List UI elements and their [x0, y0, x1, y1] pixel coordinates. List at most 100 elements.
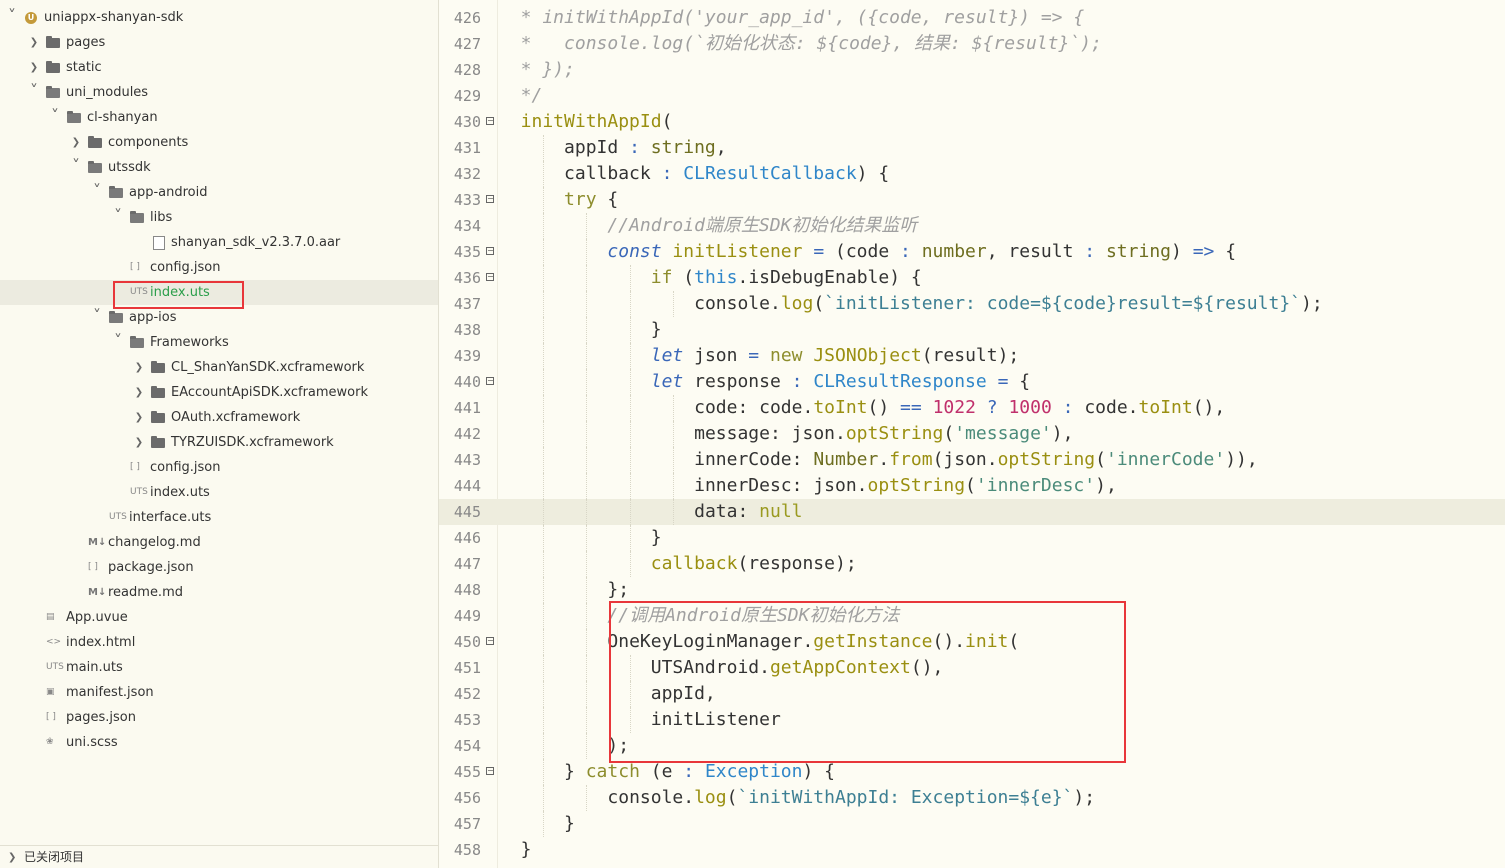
code-line[interactable]: 444 innerDesc: json.optString('innerDesc'… — [439, 473, 1505, 499]
line-number: 445 — [453, 503, 481, 521]
tree-item[interactable]: [ ] pages.json — [0, 705, 438, 730]
chevron-down-icon[interactable]: ˅ — [49, 105, 61, 127]
uts-file-icon: UTS — [46, 662, 64, 672]
chevron-down-icon[interactable]: ˅ — [28, 80, 40, 102]
closed-projects-section[interactable]: ❯ 已关闭项目 — [0, 845, 438, 868]
fold-toggle-icon[interactable]: − — [486, 767, 494, 775]
chevron-down-icon[interactable]: ˅ — [91, 180, 103, 202]
fold-toggle-icon[interactable]: − — [486, 117, 494, 125]
tree-item[interactable]: ❯ static — [0, 55, 438, 80]
code-line[interactable]: 428 * }); — [439, 57, 1505, 83]
code-line[interactable]: 443 innerCode: Number.from(json.optString… — [439, 447, 1505, 473]
code-line[interactable]: 456 console.log(`initWithAppId: Exception… — [439, 785, 1505, 811]
tree-item[interactable]: ˅ uni_modules — [0, 80, 438, 105]
indent-guide — [543, 135, 544, 161]
fold-toggle-icon[interactable]: − — [486, 247, 494, 255]
fold-toggle-icon[interactable]: − — [486, 637, 494, 645]
tree-item[interactable]: ˅ Frameworks — [0, 330, 438, 355]
indent-guide — [586, 681, 588, 707]
tree-item[interactable]: ❯ pages — [0, 30, 438, 55]
tree-item[interactable]: ▣ manifest.json — [0, 680, 438, 705]
tree-item[interactable]: ❯ OAuth.xcframework — [0, 405, 438, 430]
code-line[interactable]: 457} — [439, 811, 1505, 837]
chevron-right-icon[interactable]: ❯ — [133, 380, 145, 405]
chevron-right-icon[interactable]: ❯ — [8, 846, 16, 868]
code-line[interactable]: 432 callback : CLResultCallback) { — [439, 161, 1505, 187]
code-line[interactable]: 441 code: code.toInt() == 1022 ? 1000 : c… — [439, 395, 1505, 421]
code-line[interactable]: 427 * console.log(`初始化状态: ${code}, 结果: ${… — [439, 31, 1505, 57]
code-line[interactable]: 438} — [439, 317, 1505, 343]
indent-guide — [543, 343, 544, 369]
chevron-right-icon[interactable]: ❯ — [133, 430, 145, 455]
indent-guide — [586, 395, 588, 421]
tree-item[interactable]: M↓ changelog.md — [0, 530, 438, 555]
chevron-right-icon[interactable]: ❯ — [70, 130, 82, 155]
tree-item[interactable]: ▤ App.uvue — [0, 605, 438, 630]
chevron-down-icon[interactable]: ˅ — [70, 155, 82, 177]
chevron-right-icon[interactable]: ❯ — [28, 55, 40, 80]
chevron-right-icon[interactable]: ❯ — [133, 405, 145, 430]
tree-item[interactable]: <> index.html — [0, 630, 438, 655]
code-line[interactable]: 447 callback(response); — [439, 551, 1505, 577]
tree-item[interactable]: ˅ cl-shanyan — [0, 105, 438, 130]
tree-item[interactable]: ❯ components — [0, 130, 438, 155]
tree-item[interactable]: UTS index.uts — [0, 480, 438, 505]
code-line[interactable]: 442 message: json.optString('message'), — [439, 421, 1505, 447]
code-line[interactable]: 426 * initWithAppId('your_app_id', ({code… — [439, 5, 1505, 31]
code-line[interactable]: 437 console.log(`initListener: code=${cod… — [439, 291, 1505, 317]
line-number: 444 — [453, 477, 481, 495]
line-number: 453 — [453, 711, 481, 729]
code-line[interactable]: 434 //Android端原生SDK初始化结果监听 — [439, 213, 1505, 239]
tree-item-label: main.uts — [66, 660, 123, 675]
fold-toggle-icon[interactable]: − — [486, 195, 494, 203]
tree-item-label: uni.scss — [66, 735, 118, 750]
chevron-right-icon[interactable]: ❯ — [133, 355, 145, 380]
code-line[interactable]: 430− initWithAppId( — [439, 109, 1505, 135]
tree-item[interactable]: ❀ uni.scss — [0, 730, 438, 755]
tree-item-label: config.json — [150, 260, 221, 275]
code-line[interactable]: 458} — [439, 837, 1505, 863]
tree-item[interactable]: ❯ EAccountApiSDK.xcframework — [0, 380, 438, 405]
tree-item[interactable]: shanyan_sdk_v2.3.7.0.aar — [0, 230, 438, 255]
tree-item[interactable]: ❯ CL_ShanYanSDK.xcframework — [0, 355, 438, 380]
fold-toggle-icon[interactable]: − — [486, 273, 494, 281]
tree-item[interactable]: ˅ Uuniappx-shanyan-sdk — [0, 5, 438, 30]
tree-item[interactable]: [ ] package.json — [0, 555, 438, 580]
chevron-down-icon[interactable]: ˅ — [112, 330, 124, 352]
code-line[interactable]: 429 */ — [439, 83, 1505, 109]
tree-item[interactable]: [ ] config.json — [0, 455, 438, 480]
tree-item[interactable]: [ ] config.json — [0, 255, 438, 280]
tree-item[interactable]: UTS main.uts — [0, 655, 438, 680]
line-number: 456 — [453, 789, 481, 807]
tree-item[interactable]: ˅ utssdk — [0, 155, 438, 180]
tree-item-label: EAccountApiSDK.xcframework — [171, 385, 368, 400]
indent-guide — [673, 473, 675, 499]
tree-item[interactable]: M↓ readme.md — [0, 580, 438, 605]
code-line[interactable]: 436− if (this.isDebugEnable) { — [439, 265, 1505, 291]
code-text: */ — [520, 85, 543, 106]
chevron-right-icon[interactable]: ❯ — [28, 30, 40, 55]
code-line[interactable]: 445 data: null — [439, 499, 1505, 525]
code-line[interactable]: 433− try { — [439, 187, 1505, 213]
tree-item[interactable]: UTS interface.uts — [0, 505, 438, 530]
tree-item[interactable]: ˅ libs — [0, 205, 438, 230]
chevron-down-icon[interactable]: ˅ — [6, 5, 18, 27]
tree-item-label: uniappx-shanyan-sdk — [44, 10, 184, 25]
indent-guide — [543, 629, 544, 655]
tree-item[interactable]: ❯ TYRZUISDK.xcframework — [0, 430, 438, 455]
fold-toggle-icon[interactable]: − — [486, 377, 494, 385]
tree-item-label: uni_modules — [66, 85, 149, 100]
tree-item[interactable]: ˅ app-android — [0, 180, 438, 205]
code-line[interactable]: 446} — [439, 525, 1505, 551]
code-line[interactable]: 440− let response : CLResultResponse = { — [439, 369, 1505, 395]
code-line[interactable]: 431 appId : string, — [439, 135, 1505, 161]
line-number: 438 — [453, 321, 481, 339]
code-line[interactable]: 448}; — [439, 577, 1505, 603]
code-line[interactable]: 435− const initListener = (code : number,… — [439, 239, 1505, 265]
chevron-down-icon[interactable]: ˅ — [112, 205, 124, 227]
code-line[interactable]: 439 let json = new JSONObject(result); — [439, 343, 1505, 369]
tree-item-label: index.html — [66, 635, 136, 650]
manifest-file-icon: ▣ — [46, 687, 55, 697]
chevron-down-icon[interactable]: ˅ — [91, 305, 103, 327]
code-editor[interactable]: 426 * initWithAppId('your_app_id', ({code… — [439, 0, 1505, 868]
